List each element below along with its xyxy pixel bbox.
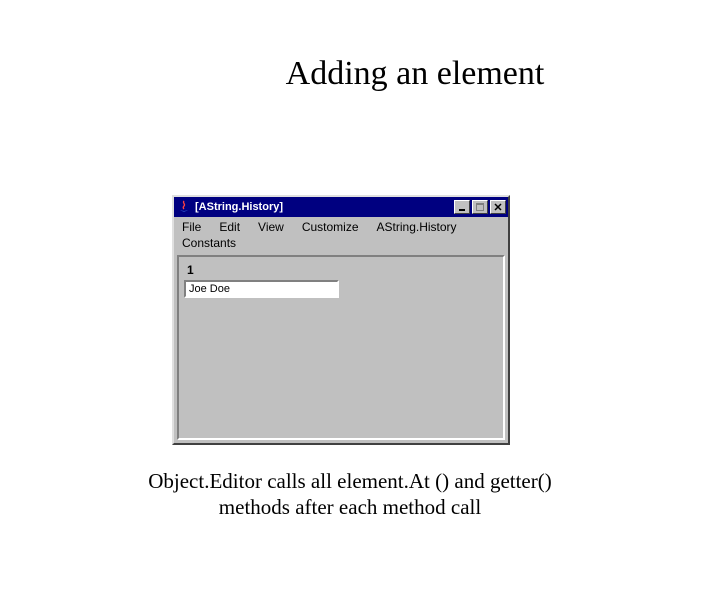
menu-astring-history[interactable]: AString.History — [368, 219, 466, 235]
menu-edit[interactable]: Edit — [210, 219, 249, 235]
content-area: 1 — [177, 255, 505, 440]
menu-view[interactable]: View — [249, 219, 293, 235]
menu-bar: File Edit View Customize AString.History… — [174, 217, 508, 253]
close-button[interactable] — [490, 200, 506, 214]
slide-title: Adding an element — [110, 55, 720, 93]
caption-line-1: Object.Editor calls all element.At () an… — [148, 469, 552, 493]
menu-constants[interactable]: Constants — [178, 235, 504, 251]
slide-caption: Object.Editor calls all element.At () an… — [70, 469, 630, 520]
element-index-label: 1 — [183, 261, 499, 279]
minimize-button[interactable] — [454, 200, 470, 214]
app-window: [AString.History] File Edit View Customi… — [172, 195, 510, 445]
java-app-icon — [176, 199, 192, 215]
element-value-input[interactable] — [184, 280, 339, 298]
menu-customize[interactable]: Customize — [293, 219, 368, 235]
menu-file[interactable]: File — [178, 219, 210, 235]
title-bar: [AString.History] — [174, 197, 508, 217]
maximize-button[interactable] — [472, 200, 488, 214]
caption-line-2: methods after each method call — [219, 495, 481, 519]
window-title: [AString.History] — [195, 201, 454, 213]
window-controls — [454, 200, 506, 214]
